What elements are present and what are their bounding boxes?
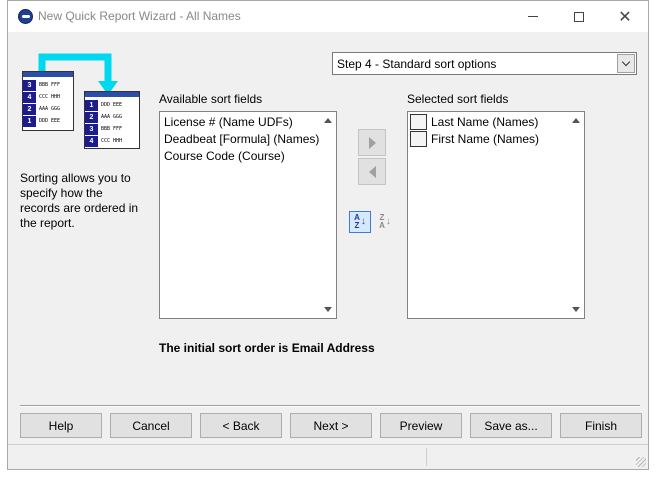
- row-text: AAA GGG: [39, 106, 61, 112]
- row-text: BBB FFF: [101, 126, 123, 132]
- available-fields-label: Available sort fields: [159, 92, 263, 106]
- arrow-up-icon: [571, 118, 580, 123]
- sort-ascending-button[interactable]: A Z ↓: [349, 211, 371, 233]
- help-text: Sorting allows you to specify how the re…: [20, 171, 139, 230]
- remove-field-button[interactable]: [358, 158, 386, 185]
- available-fields-list[interactable]: License # (Name UDFs) Deadbeat [Formula]…: [159, 111, 337, 319]
- scroll-up-button[interactable]: [319, 112, 336, 129]
- status-bar: [8, 444, 648, 469]
- row-text: CCC HHH: [39, 94, 61, 100]
- row-number: 2: [85, 112, 98, 123]
- row-text: AAA GGG: [101, 114, 123, 120]
- step-dropdown[interactable]: Step 4 - Standard sort options: [332, 52, 637, 75]
- arrow-left-icon: [368, 165, 376, 178]
- cancel-button[interactable]: Cancel: [110, 413, 192, 438]
- sort-direction-checkbox[interactable]: [410, 131, 427, 147]
- sort-descending-button[interactable]: Z A ↓: [374, 211, 396, 233]
- row-number: 3: [23, 80, 36, 91]
- list-item-label: Last Name (Names): [431, 115, 539, 129]
- row-text: DDD EEE: [101, 102, 123, 108]
- selected-fields-list[interactable]: Last Name (Names) First Name (Names): [407, 111, 585, 319]
- available-scrollbar[interactable]: [319, 112, 336, 318]
- dropdown-arrow-button[interactable]: [617, 54, 635, 73]
- row-text: DDD EEE: [39, 118, 61, 124]
- divider: [20, 405, 640, 407]
- list-item-label: First Name (Names): [431, 132, 540, 146]
- sort-ascending-icon: A Z: [354, 213, 360, 230]
- selected-fields-label: Selected sort fields: [407, 92, 509, 106]
- app-icon: [18, 9, 33, 24]
- next-button[interactable]: Next >: [290, 413, 372, 438]
- maximize-icon: [574, 11, 584, 22]
- selected-scrollbar[interactable]: [567, 112, 584, 318]
- minimize-button[interactable]: [510, 1, 556, 32]
- chevron-down-icon: [621, 57, 631, 67]
- help-button[interactable]: Help: [20, 413, 102, 438]
- list-item[interactable]: Last Name (Names): [410, 114, 538, 130]
- sort-illustration: 3 BBB FFF 4 CCC HHH 2 AAA GGG 1 DDD EEE 1 DDD EE…: [22, 51, 140, 151]
- window-title: New Quick Report Wizard - All Names: [38, 9, 241, 23]
- maximize-button[interactable]: [556, 1, 602, 32]
- resize-grip-icon[interactable]: [636, 457, 646, 467]
- row-number: 3: [85, 124, 98, 135]
- back-button[interactable]: < Back: [200, 413, 282, 438]
- row-number: 4: [85, 136, 98, 147]
- arrow-up-icon: [323, 118, 332, 123]
- arrow-down-icon: [323, 307, 332, 312]
- arrow-down-icon: [571, 307, 580, 312]
- scroll-down-button[interactable]: [319, 301, 336, 318]
- sort-descending-icon: Z A: [379, 213, 385, 230]
- scroll-up-button[interactable]: [567, 112, 584, 129]
- sort-direction-checkbox[interactable]: [410, 114, 427, 130]
- add-field-button[interactable]: [358, 129, 386, 156]
- wizard-window: New Quick Report Wizard - All Names ✕ St…: [7, 0, 649, 470]
- list-item[interactable]: Course Code (Course): [164, 149, 285, 163]
- row-text: BBB FFF: [39, 82, 61, 88]
- finish-button[interactable]: Finish: [560, 413, 642, 438]
- save-as-button[interactable]: Save as...: [470, 413, 552, 438]
- title-bar: New Quick Report Wizard - All Names ✕: [8, 1, 648, 32]
- unsorted-sheet: 3 BBB FFF 4 CCC HHH 2 AAA GGG 1 DDD EEE: [22, 71, 74, 131]
- preview-button[interactable]: Preview: [380, 413, 462, 438]
- minimize-icon: [528, 16, 538, 17]
- arrow-right-icon: [368, 136, 376, 149]
- list-item[interactable]: First Name (Names): [410, 131, 539, 147]
- row-number: 2: [23, 104, 36, 115]
- sorted-sheet: 1 DDD EEE 2 AAA GGG 3 BBB FFF 4 CCC HHH: [84, 91, 140, 149]
- list-item[interactable]: Deadbeat [Formula] (Names): [164, 132, 319, 146]
- row-number: 1: [85, 100, 98, 111]
- row-text: CCC HHH: [101, 138, 123, 144]
- row-number: 1: [23, 116, 36, 127]
- list-item[interactable]: License # (Name UDFs): [164, 115, 293, 129]
- row-number: 4: [23, 92, 36, 103]
- close-icon: ✕: [618, 8, 632, 26]
- scroll-down-button[interactable]: [567, 301, 584, 318]
- step-dropdown-value: Step 4 - Standard sort options: [337, 57, 497, 71]
- close-button[interactable]: ✕: [602, 1, 648, 32]
- initial-sort-note: The initial sort order is Email Address: [159, 341, 375, 355]
